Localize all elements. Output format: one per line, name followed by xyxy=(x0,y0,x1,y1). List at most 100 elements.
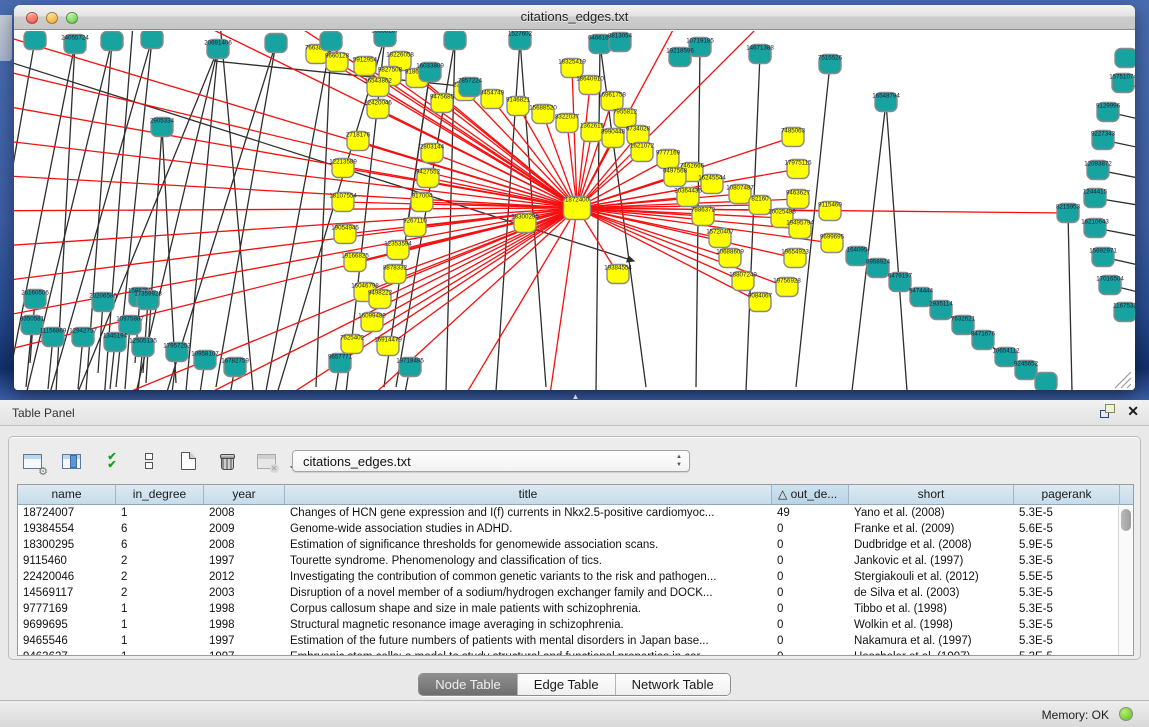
table-panel-header: Table Panel ✕ xyxy=(0,400,1149,426)
network-svg: 7663822966012859129541822605898275088186… xyxy=(14,31,1135,390)
table-row[interactable]: 2242004622012Investigating the contribut… xyxy=(18,569,1133,585)
table-cell: Embryonic stem cells: a model to study s… xyxy=(285,649,772,656)
graph-node-label: 12942757 xyxy=(69,328,97,335)
table-cell: Structural magnetic resonance image aver… xyxy=(285,617,772,633)
graph-node-label: 16961758 xyxy=(598,92,626,99)
table-cell: 9465546 xyxy=(18,633,116,649)
graph-node-label: 7625402 xyxy=(340,335,365,342)
table-tabbar: Node TableEdge TableNetwork Table xyxy=(0,668,1149,700)
table-row[interactable]: 977716911998Corpus callosum shape and si… xyxy=(18,601,1133,617)
table-cell: 0 xyxy=(772,617,849,633)
graph-node[interactable] xyxy=(265,34,287,53)
window-titlebar[interactable]: citations_edges.txt xyxy=(14,5,1135,30)
graph-node-label: 6734028 xyxy=(626,126,651,133)
graph-node-label: 9657771 xyxy=(328,354,353,361)
table-cell: 2008 xyxy=(204,537,285,553)
table-cell: Corpus callosum shape and size in male p… xyxy=(285,601,772,617)
graph-node-label: 2935114 xyxy=(929,301,953,308)
graph-node-label: 7485063 xyxy=(781,128,806,135)
column-header-title[interactable]: title xyxy=(285,485,772,504)
resize-grip xyxy=(1115,372,1131,388)
table-cell: 1997 xyxy=(204,553,285,569)
table-cell: 1998 xyxy=(204,601,285,617)
new-table-icon[interactable] xyxy=(175,448,201,474)
graph-node-label: 19218596 xyxy=(666,48,694,55)
graph-node-label: 11156869 xyxy=(40,328,67,335)
table-type-segmented-control: Node TableEdge TableNetwork Table xyxy=(418,673,731,696)
table-cell: Tibbo et al. (1998) xyxy=(849,601,1014,617)
select-rows-icon[interactable] xyxy=(97,448,123,474)
table-cell: de Silva et al. (2003) xyxy=(849,585,1014,601)
tab-node-table[interactable]: Node Table xyxy=(419,674,518,695)
graph-node-label: 19654923 xyxy=(781,249,809,256)
column-header-year[interactable]: year xyxy=(204,485,285,504)
graph-node-label: 16914479 xyxy=(374,337,402,344)
graph-node-label: 9245652 xyxy=(1014,361,1039,368)
table-cell: 2003 xyxy=(204,585,285,601)
graph-node-label: 26160506 xyxy=(21,290,49,297)
table-selector-combobox[interactable]: citations_edges.txt ▲▼ xyxy=(292,450,690,472)
graph-node-label: 12505135 xyxy=(129,338,157,345)
vertical-scrollbar[interactable] xyxy=(1118,506,1133,655)
column-header-pagerank[interactable]: pagerank xyxy=(1014,485,1120,504)
table-toolbar: ⚙ƒ(x) xyxy=(19,445,318,477)
table-cell: 2 xyxy=(116,585,204,601)
table-row[interactable]: 911546021997Tourette syndrome. Phenomeno… xyxy=(18,553,1133,569)
row-height-icon[interactable] xyxy=(136,448,162,474)
table-row[interactable]: 1872400712008Changes of HCN gene express… xyxy=(18,505,1133,521)
close-panel-icon[interactable]: ✕ xyxy=(1127,404,1139,418)
background-window-edge xyxy=(0,15,12,61)
table-row[interactable]: 1456911722003Disruption of a novel membe… xyxy=(18,585,1133,601)
column-select-icon[interactable] xyxy=(58,448,84,474)
table-settings-icon[interactable]: ⚙ xyxy=(19,448,45,474)
table-cell: 2012 xyxy=(204,569,285,585)
table-cell: 1 xyxy=(116,649,204,656)
graph-node-label: 20364436 xyxy=(674,188,702,195)
column-header-in-degree[interactable]: in_degree xyxy=(116,485,204,504)
table-cell: 0 xyxy=(772,601,849,617)
column-header-short[interactable]: short xyxy=(849,485,1014,504)
column-header-name[interactable]: name xyxy=(18,485,116,504)
graph-node[interactable] xyxy=(141,31,163,49)
table-cell: Franke et al. (2009) xyxy=(849,521,1014,537)
graph-node[interactable] xyxy=(1035,373,1057,391)
graph-node[interactable] xyxy=(24,31,46,50)
table-cell: 0 xyxy=(772,521,849,537)
graph-node-label: 82160 xyxy=(751,196,769,203)
table-cell: Yano et al. (2008) xyxy=(849,505,1014,521)
float-window-icon[interactable] xyxy=(1100,404,1115,418)
table-cell: Changes of HCN gene expression and I(f) … xyxy=(285,505,772,521)
table-cell: 18300295 xyxy=(18,537,116,553)
graph-node[interactable] xyxy=(444,31,466,50)
graph-node-label: 15720407 xyxy=(706,229,734,236)
graph-node-label: 9463627 xyxy=(786,190,811,197)
desktop-background: citations_edges.txt 76638229660128591295… xyxy=(0,0,1149,400)
delete-table-icon[interactable] xyxy=(253,448,279,474)
table-row[interactable]: 969969511998Structural magnetic resonanc… xyxy=(18,617,1133,633)
table-row[interactable]: 1938455462009Genome-wide association stu… xyxy=(18,521,1133,537)
table-row[interactable]: 1830029562008Estimation of significance … xyxy=(18,537,1133,553)
table-row[interactable]: 946554611997Estimation of the future num… xyxy=(18,633,1133,649)
graph-node-label: 2905334 xyxy=(150,118,175,125)
tab-edge-table[interactable]: Edge Table xyxy=(518,674,616,695)
graph-node-label: 8958924 xyxy=(866,259,891,266)
graph-node-label: 10975887 xyxy=(116,316,144,323)
graph-node[interactable] xyxy=(1115,49,1135,68)
table-cell: 1 xyxy=(116,633,204,649)
network-canvas[interactable]: 7663822966012859129541822605898275088186… xyxy=(14,31,1135,390)
table-cell: 0 xyxy=(772,633,849,649)
column-header-out-de-[interactable]: △ out_de... xyxy=(772,485,849,504)
graph-node-label: 9660128 xyxy=(325,53,350,60)
table-cell: 5.3E-5 xyxy=(1014,633,1120,649)
graph-node-label: 1872400 xyxy=(565,197,590,204)
graph-node[interactable] xyxy=(101,32,123,51)
table-row[interactable]: 946362711997Embryonic stem cells: a mode… xyxy=(18,649,1133,656)
scrollbar-thumb[interactable] xyxy=(1121,509,1131,531)
graph-node-label: 9498222 xyxy=(368,290,393,297)
tab-network-table[interactable]: Network Table xyxy=(616,674,730,695)
table-body: 1872400712008Changes of HCN gene express… xyxy=(18,505,1133,656)
delete-rows-icon[interactable] xyxy=(214,448,240,474)
graph-node-label: 19756928 xyxy=(773,278,801,285)
graph-node-label: 17957253 xyxy=(163,343,191,350)
graph-node[interactable] xyxy=(320,32,342,51)
